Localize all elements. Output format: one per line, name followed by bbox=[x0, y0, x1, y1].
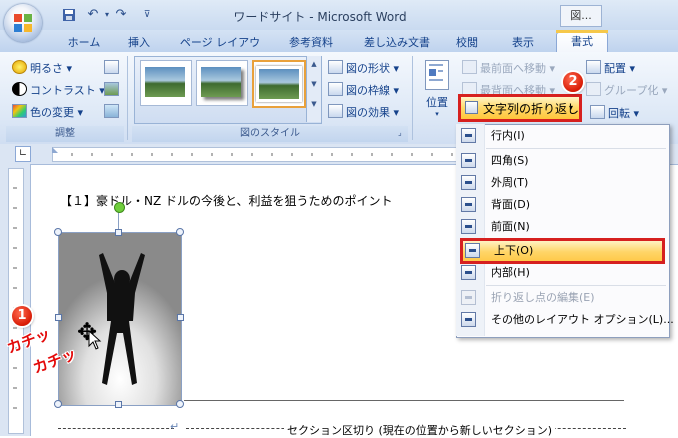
brightness-icon bbox=[12, 60, 27, 74]
wrap-behind-icon bbox=[461, 197, 476, 212]
wrap-text-button[interactable]: 文字列の折り返し ▾ bbox=[458, 94, 582, 122]
wrap-inline-icon bbox=[461, 128, 476, 143]
callout-2: 2 bbox=[563, 72, 583, 92]
layout-options-icon bbox=[461, 312, 476, 327]
resize-handle-top-right[interactable] bbox=[176, 228, 184, 236]
recolor-button[interactable]: 色の変更 ▾ bbox=[12, 104, 83, 120]
bring-to-front-button[interactable]: 最前面へ移動 ▾ bbox=[462, 60, 555, 76]
wrap-tight-icon bbox=[461, 175, 476, 190]
group-icon bbox=[586, 82, 601, 96]
mouse-pointer-icon bbox=[88, 330, 102, 350]
picture-shape-button[interactable]: 図の形状 ▾ bbox=[328, 60, 399, 76]
tab-view[interactable]: 表示 bbox=[506, 34, 540, 52]
picture-style-3[interactable] bbox=[252, 60, 306, 108]
wrap-text-dropdown-icon: ▾ bbox=[569, 103, 574, 112]
rotation-connector bbox=[118, 211, 119, 231]
tab-selector[interactable]: ∟ bbox=[15, 146, 31, 162]
wrap-through-icon bbox=[461, 265, 476, 280]
group-label-picture-styles: 図のスタイル bbox=[132, 126, 408, 142]
gallery-more-icon[interactable]: ▼ bbox=[307, 100, 321, 108]
position-button[interactable]: 位置 ▾ bbox=[422, 58, 452, 122]
picture-effects-icon bbox=[328, 104, 343, 118]
vertical-ruler-ticks-icon bbox=[13, 187, 17, 409]
change-picture-icon[interactable] bbox=[104, 82, 122, 98]
wrap-top-bottom-icon bbox=[465, 243, 480, 258]
tab-format[interactable]: 書式 bbox=[556, 30, 608, 53]
compress-pictures-icon[interactable] bbox=[104, 60, 122, 76]
resize-handle-bottom[interactable] bbox=[115, 401, 122, 408]
picture-style-1[interactable] bbox=[140, 60, 192, 106]
picture-border-icon bbox=[328, 82, 343, 96]
reset-picture-icon[interactable] bbox=[104, 104, 122, 120]
menu-separator bbox=[486, 285, 666, 286]
vertical-ruler[interactable] bbox=[0, 164, 31, 436]
picture-shape-icon bbox=[328, 60, 343, 74]
menu-item-through[interactable]: 内部(H) bbox=[456, 262, 668, 284]
resize-handle-top-left[interactable] bbox=[54, 228, 62, 236]
wrap-text-icon bbox=[465, 101, 478, 114]
scroll-down-icon[interactable]: ▼ bbox=[307, 80, 321, 88]
rotate-icon bbox=[590, 105, 605, 119]
contrast-button[interactable]: コントラスト ▾ bbox=[12, 82, 105, 98]
menu-item-top-and-bottom[interactable]: 上下(O) bbox=[460, 238, 665, 264]
resize-handle-bottom-left[interactable] bbox=[54, 400, 62, 408]
menu-item-edit-wrap-points[interactable]: 折り返し点の編集(E) bbox=[456, 287, 668, 309]
other-window-tab[interactable]: 図... bbox=[560, 5, 602, 27]
wrap-square-icon bbox=[461, 153, 476, 168]
scroll-up-icon[interactable]: ▲ bbox=[307, 60, 321, 68]
menu-item-in-front[interactable]: 前面(N) bbox=[456, 216, 668, 238]
window-title: ワードサイト - Microsoft Word bbox=[233, 10, 407, 24]
menu-item-tight[interactable]: 外周(T) bbox=[456, 172, 668, 194]
tab-references[interactable]: 参考資料 bbox=[282, 34, 340, 52]
resize-handle-top[interactable] bbox=[115, 229, 122, 236]
document-heading[interactable]: 【１】豪ドル・NZ ドルの今後と、利益を狙うためのポイント bbox=[60, 192, 393, 209]
align-button[interactable]: 配置 ▾ bbox=[586, 60, 635, 76]
dialog-launcher-icon[interactable]: ⌟ bbox=[398, 128, 402, 137]
group-button[interactable]: グループ化 ▾ bbox=[586, 82, 667, 98]
tab-mailings[interactable]: 差し込み文書 bbox=[360, 34, 434, 52]
picture-border-button[interactable]: 図の枠線 ▾ bbox=[328, 82, 399, 98]
rotation-handle[interactable] bbox=[114, 202, 125, 213]
ribbon-separator bbox=[412, 56, 413, 140]
tab-home[interactable]: ホーム bbox=[62, 34, 106, 52]
office-logo-icon bbox=[14, 14, 32, 32]
tab-page-layout[interactable]: ページ レイアウト bbox=[176, 34, 264, 67]
menu-item-behind-text[interactable]: 背面(D) bbox=[456, 194, 668, 216]
ribbon-tab-bar: ホーム 挿入 ページ レイアウト 参考資料 差し込み文書 校閲 表示 書式 bbox=[0, 30, 678, 67]
resize-handle-left[interactable] bbox=[55, 314, 62, 321]
menu-item-more-layout-options[interactable]: その他のレイアウト オプション(L)... bbox=[456, 309, 674, 331]
gallery-scroll[interactable]: ▲ ▼ ▼ bbox=[306, 56, 321, 122]
wrap-front-icon bbox=[461, 219, 476, 234]
ribbon-separator bbox=[127, 56, 128, 140]
resize-handle-right[interactable] bbox=[177, 314, 184, 321]
align-icon bbox=[586, 60, 601, 74]
recolor-icon bbox=[12, 104, 27, 118]
tab-insert[interactable]: 挿入 bbox=[122, 34, 156, 52]
rotate-button[interactable]: 回転 ▾ bbox=[590, 105, 639, 121]
menu-item-square[interactable]: 四角(S) bbox=[456, 150, 668, 172]
bring-to-front-icon bbox=[462, 60, 477, 74]
section-break-line bbox=[58, 428, 174, 429]
picture-effects-button[interactable]: 図の効果 ▾ bbox=[328, 104, 399, 120]
paragraph-mark-icon: ↵ bbox=[170, 420, 180, 433]
brightness-button[interactable]: 明るさ ▾ bbox=[12, 60, 72, 76]
callout-1: 1 bbox=[12, 306, 32, 326]
tab-review[interactable]: 校閲 bbox=[452, 34, 482, 52]
resize-handle-bottom-right[interactable] bbox=[176, 400, 184, 408]
menu-separator bbox=[486, 148, 666, 149]
position-icon bbox=[425, 60, 449, 90]
edit-wrap-points-icon bbox=[461, 290, 476, 305]
picture-style-2[interactable] bbox=[196, 60, 248, 106]
ruler-ticks-icon bbox=[52, 147, 453, 156]
contrast-icon bbox=[12, 82, 27, 96]
text-line bbox=[184, 400, 624, 401]
group-label-adjust: 調整 bbox=[6, 126, 124, 142]
menu-item-inline[interactable]: 行内(I) bbox=[456, 125, 668, 147]
